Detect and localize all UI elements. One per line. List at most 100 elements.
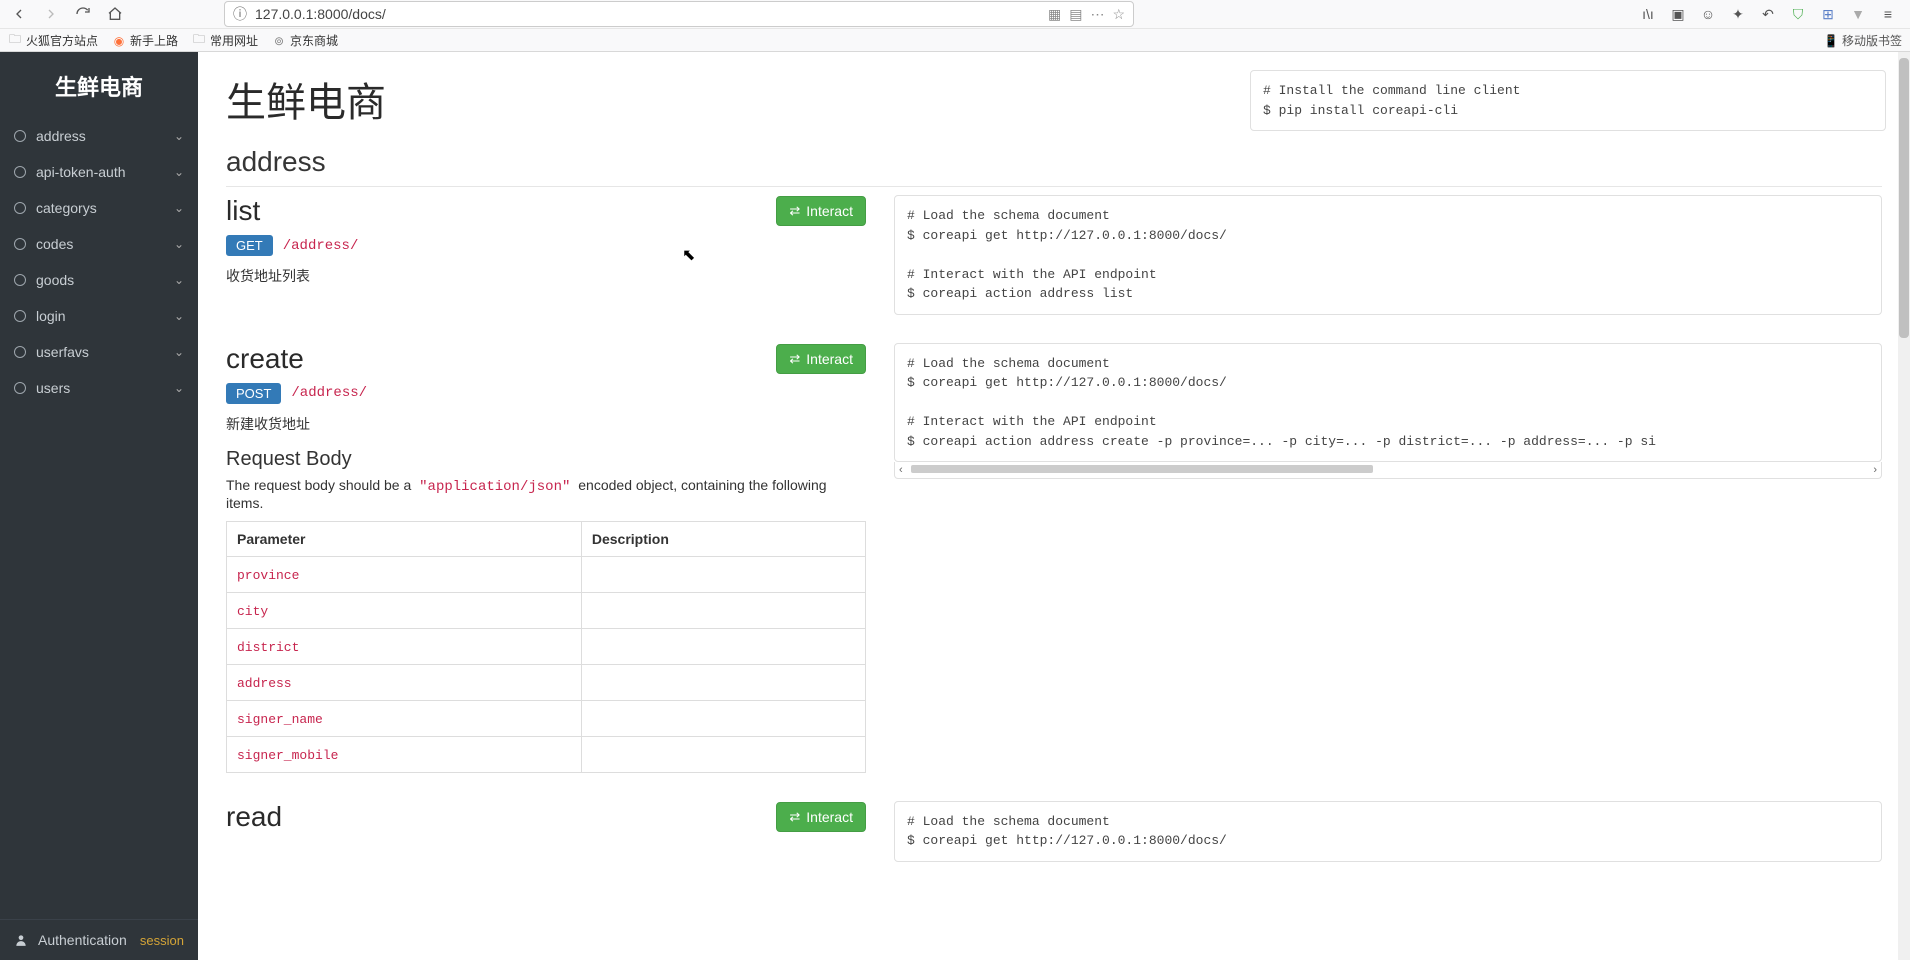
sidebar-item-label: login <box>36 308 174 324</box>
chevron-down-icon: ⌄ <box>174 309 184 323</box>
op-description: 新建收货地址 <box>226 414 866 434</box>
path-text: /address/ <box>291 385 367 401</box>
auth-label[interactable]: Authentication <box>38 932 130 948</box>
undo-icon[interactable]: ↶ <box>1758 6 1778 23</box>
horizontal-scrollbar[interactable] <box>911 465 1373 473</box>
vertical-scrollbar-track[interactable] <box>1898 52 1910 960</box>
nav-back-button[interactable] <box>6 1 32 27</box>
request-body-heading: Request Body <box>226 448 866 471</box>
nav-reload-button[interactable] <box>70 1 96 27</box>
user-icon <box>14 933 28 947</box>
bookmark-star-icon[interactable]: ☆ <box>1112 6 1125 23</box>
op-read-row: read ⇄Interact # Load the schema documen… <box>226 801 1882 862</box>
radio-icon <box>14 274 26 286</box>
op-create-row: create ⇄ Interact POST /address/ 新建收货地址 R… <box>226 343 1882 773</box>
session-label[interactable]: session <box>140 933 184 948</box>
sidebar-item-label: goods <box>36 272 174 288</box>
param-desc <box>581 556 865 592</box>
sidebar-item-categorys[interactable]: categorys⌄ <box>0 190 198 226</box>
chevron-down-icon: ⌄ <box>174 165 184 179</box>
filter-icon[interactable]: ▼ <box>1848 6 1868 22</box>
sidebar-item-api-token-auth[interactable]: api-token-auth⌄ <box>0 154 198 190</box>
radio-icon <box>14 382 26 394</box>
url-bar[interactable]: ⓘ 127.0.0.1:8000/docs/ ▦ ▤ ⋯ ☆ <box>224 1 1134 27</box>
bookmark-label: 常用网址 <box>210 32 258 49</box>
bookmark-item[interactable]: 🗀常用网址 <box>192 32 258 49</box>
radio-icon <box>14 310 26 322</box>
scroll-right-arrow[interactable]: › <box>1873 464 1877 476</box>
interact-button[interactable]: ⇄ Interact <box>776 802 866 832</box>
menu-icon[interactable]: ≡ <box>1878 6 1898 22</box>
sidebar-footer: Authentication session <box>0 919 198 960</box>
account-icon[interactable]: ☺ <box>1698 6 1718 22</box>
mobile-icon: 📱 <box>1824 34 1838 48</box>
table-row: signer_mobile <box>227 736 866 772</box>
param-name: signer_name <box>237 712 323 727</box>
swap-icon: ⇄ <box>789 351 800 367</box>
extension-icon[interactable]: ✦ <box>1728 6 1748 23</box>
puzzle-icon[interactable]: ⊞ <box>1818 6 1838 23</box>
browser-toolbar: ⓘ 127.0.0.1:8000/docs/ ▦ ▤ ⋯ ☆ ı\ı ▣ ☺ ✦… <box>0 0 1910 28</box>
table-row: city <box>227 592 866 628</box>
sidebar-item-userfavs[interactable]: userfavs⌄ <box>0 334 198 370</box>
sidebar-item-users[interactable]: users⌄ <box>0 370 198 406</box>
body-note-prefix: The request body should be a <box>226 477 415 493</box>
op-description: 收货地址列表 <box>226 266 866 286</box>
chevron-down-icon: ⌄ <box>174 381 184 395</box>
sidebar-item-label: address <box>36 128 174 144</box>
radio-icon <box>14 202 26 214</box>
params-th-parameter: Parameter <box>227 521 582 556</box>
reader-icon[interactable]: ▤ <box>1069 6 1082 23</box>
radio-icon <box>14 346 26 358</box>
request-body-note: The request body should be a "applicatio… <box>226 477 866 511</box>
radio-icon <box>14 238 26 250</box>
param-desc <box>581 736 865 772</box>
sidebar-toggle-icon[interactable]: ▣ <box>1668 6 1688 23</box>
sidebar-item-login[interactable]: login⌄ <box>0 298 198 334</box>
param-name: address <box>237 676 292 691</box>
chevron-down-icon: ⌄ <box>174 129 184 143</box>
interact-button[interactable]: ⇄ Interact <box>776 344 866 374</box>
bookmark-label: 京东商城 <box>290 32 338 49</box>
op-list-row: list ⇄Interact GET /address/ 收货地址列表 # Lo… <box>226 195 1882 315</box>
nav-home-button[interactable] <box>102 1 128 27</box>
nav-forward-button[interactable] <box>38 1 64 27</box>
bookmark-item[interactable]: ⊚ 京东商城 <box>272 32 338 49</box>
sidebar-item-goods[interactable]: goods⌄ <box>0 262 198 298</box>
interact-label: Interact <box>806 809 853 825</box>
scroll-left-arrow[interactable]: ‹ <box>899 464 903 476</box>
params-th-description: Description <box>581 521 865 556</box>
code-block-list: # Load the schema document $ coreapi get… <box>894 195 1882 315</box>
sidebar-item-codes[interactable]: codes⌄ <box>0 226 198 262</box>
interact-label: Interact <box>806 203 853 219</box>
globe-icon: ⊚ <box>272 34 286 48</box>
interact-button[interactable]: ⇄Interact <box>776 196 866 226</box>
op-name: create <box>226 343 304 375</box>
code-block-read: # Load the schema document $ coreapi get… <box>894 801 1882 862</box>
vertical-scrollbar-thumb[interactable] <box>1899 58 1909 338</box>
method-chip-post: POST <box>226 383 281 404</box>
bookmark-item[interactable]: ◉新手上路 <box>112 32 178 49</box>
param-name: province <box>237 568 299 583</box>
mobile-bookmarks[interactable]: 📱 移动版书签 <box>1824 32 1902 49</box>
sidebar-item-label: users <box>36 380 174 396</box>
chevron-down-icon: ⌄ <box>174 237 184 251</box>
bookmarks-bar: 🗀火狐官方站点 ◉新手上路 🗀常用网址 ⊚ 京东商城 📱 移动版书签 <box>0 28 1910 52</box>
shield-icon[interactable]: ⛉ <box>1788 6 1808 23</box>
bookmark-label: 火狐官方站点 <box>26 32 98 49</box>
sidebar-item-label: categorys <box>36 200 174 216</box>
qr-icon[interactable]: ▦ <box>1048 6 1061 23</box>
path-text: /address/ <box>283 238 359 254</box>
more-icon[interactable]: ⋯ <box>1090 6 1104 23</box>
interact-label: Interact <box>806 351 853 367</box>
content: # Install the command line client $ pip … <box>198 52 1910 960</box>
library-icon[interactable]: ı\ı <box>1638 6 1658 22</box>
sidebar-item-address[interactable]: address⌄ <box>0 118 198 154</box>
mobile-bookmarks-label: 移动版书签 <box>1842 32 1902 49</box>
sidebar: 生鲜电商 address⌄ api-token-auth⌄ categorys⌄… <box>0 52 198 960</box>
bookmark-item[interactable]: 🗀火狐官方站点 <box>8 32 98 49</box>
swap-icon: ⇄ <box>789 809 800 825</box>
chevron-down-icon: ⌄ <box>174 345 184 359</box>
table-row: signer_name <box>227 700 866 736</box>
info-icon: ⓘ <box>233 4 247 24</box>
